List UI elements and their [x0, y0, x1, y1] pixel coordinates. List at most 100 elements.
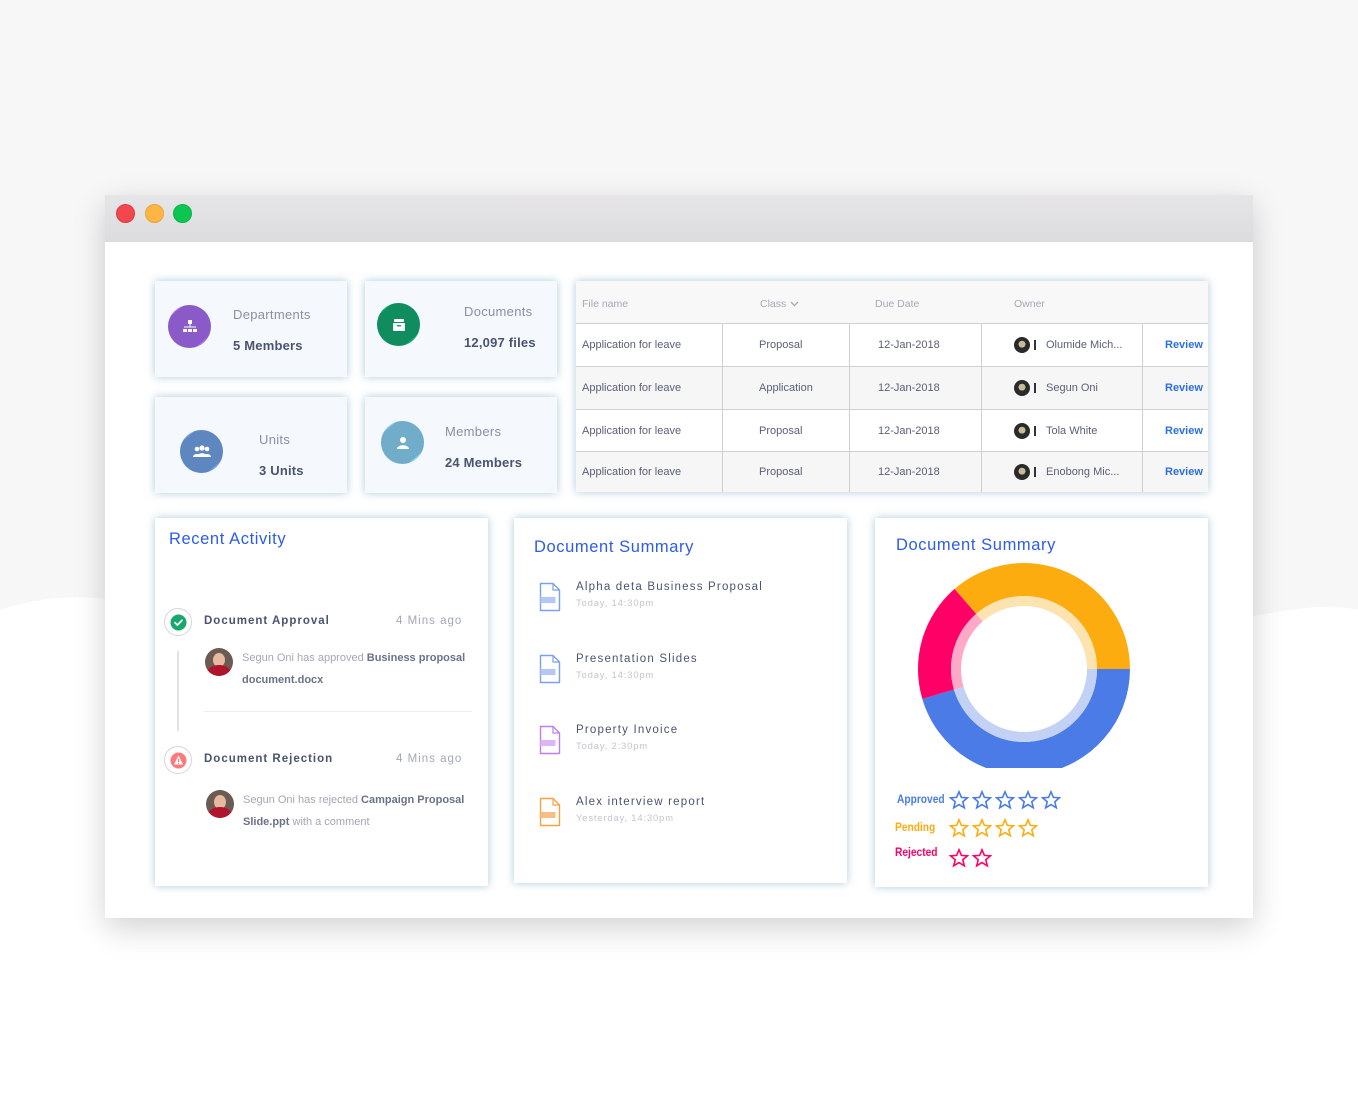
document-file-icon	[539, 582, 561, 612]
document-list-item[interactable]: Presentation Slides Today, 14:30pm	[514, 652, 847, 692]
review-link[interactable]: Review	[1165, 382, 1203, 394]
owner-name: Tola White	[1046, 424, 1098, 437]
table-row[interactable]: Application for leave Proposal 12-Jan-2018…	[576, 323, 1208, 366]
legend-label-rejected: Rejected	[895, 845, 938, 859]
document-file-icon	[539, 797, 561, 827]
cell-due: 12-Jan-2018	[849, 367, 981, 409]
owner-name: Enobong Mic...	[1046, 466, 1120, 478]
cell-owner: Enobong Mic...	[981, 452, 1142, 492]
avatar-decoration	[1034, 383, 1036, 393]
minimize-window-button[interactable]	[145, 204, 164, 223]
cell-due: 12-Jan-2018	[849, 452, 981, 492]
column-header-class-label: Class	[760, 298, 787, 310]
stat-value: 12,097 files	[464, 335, 536, 350]
legend-label-approved: Approved	[897, 792, 945, 806]
cell-class: Proposal	[722, 324, 849, 366]
table-row[interactable]: Application for leave Proposal 12-Jan-2018…	[576, 409, 1208, 451]
class-text: Proposal	[759, 339, 803, 351]
file-text: Application for leave	[582, 424, 682, 437]
star-icon	[995, 790, 1015, 810]
activity-description: Segun Oni has rejected Campaign Proposal…	[243, 794, 465, 828]
stat-label: Documents	[464, 304, 533, 319]
cell-action: Review	[1142, 324, 1208, 366]
cell-class: Application	[722, 367, 849, 409]
due-text: 12-Jan-2018	[878, 339, 940, 351]
file-text: Application for leave	[582, 466, 682, 478]
owner-name: Segun Oni	[1046, 382, 1098, 394]
archive-box-icon	[377, 303, 420, 346]
class-text: Application	[759, 382, 813, 394]
cell-file: Application for leave	[576, 367, 722, 409]
table-header: File name Class Due Date Owner	[576, 281, 1208, 323]
recent-activity-title: Recent Activity	[169, 530, 287, 548]
user-avatar	[205, 648, 233, 676]
check-circle-icon	[164, 608, 192, 636]
document-time: Today, 14:30pm	[576, 670, 655, 681]
star-icon	[949, 818, 969, 838]
user-icon	[381, 421, 424, 464]
maximize-window-button[interactable]	[173, 204, 192, 223]
group-icon	[180, 430, 223, 473]
stat-card-departments[interactable]: Departments 5 Members	[155, 281, 347, 377]
document-time: Today, 14:30pm	[576, 598, 655, 609]
column-header-class[interactable]: Class	[760, 298, 799, 310]
stat-card-documents[interactable]: Documents 12,097 files	[365, 281, 557, 377]
document-name: Alex interview report	[576, 796, 706, 808]
document-file-icon	[539, 725, 561, 755]
file-text: Application for leave	[582, 382, 682, 394]
timeline-line	[177, 651, 179, 731]
warning-icon	[164, 746, 192, 774]
star-icon	[972, 790, 992, 810]
stat-card-units[interactable]: Units 3 Units	[155, 397, 347, 493]
stat-card-members[interactable]: Members 24 Members	[365, 397, 557, 493]
cell-owner: Tola White	[981, 410, 1142, 451]
column-header-due-date[interactable]: Due Date	[875, 298, 919, 310]
avatar-decoration	[1034, 467, 1036, 477]
review-link[interactable]: Review	[1165, 466, 1203, 478]
star-icon	[972, 818, 992, 838]
app-window: Departments 5 Members Documents 12,097 f…	[105, 195, 1253, 918]
document-time: Today, 2:30pm	[576, 741, 649, 752]
column-header-file-name[interactable]: File name	[582, 298, 628, 310]
close-window-button[interactable]	[116, 204, 135, 223]
document-list-item[interactable]: Alex interview report Yesterday, 14:30pm	[514, 795, 847, 835]
table-row[interactable]: Application for leave Proposal 12-Jan-2018…	[576, 451, 1208, 492]
cell-due: 12-Jan-2018	[849, 410, 981, 451]
activity-divider	[204, 711, 472, 712]
class-text: Proposal	[759, 466, 803, 478]
document-name: Alpha deta Business Proposal	[576, 581, 764, 593]
org-chart-icon	[168, 305, 211, 348]
due-text: 12-Jan-2018	[878, 466, 940, 478]
star-icon	[1018, 818, 1038, 838]
star-icon	[949, 848, 969, 868]
cell-class: Proposal	[722, 452, 849, 492]
activity-time: 4 Mins ago	[396, 753, 463, 765]
donut-slice-rejected[interactable]	[918, 588, 977, 699]
review-link[interactable]: Review	[1165, 339, 1203, 351]
chevron-down-icon	[790, 301, 799, 307]
cell-file: Application for leave	[576, 324, 722, 366]
document-name: Presentation Slides	[576, 653, 698, 665]
column-header-owner[interactable]: Owner	[1014, 298, 1045, 310]
activity-title: Document Rejection	[204, 753, 334, 765]
donut-chart	[918, 563, 1130, 768]
cell-file: Application for leave	[576, 410, 722, 451]
stat-label: Departments	[233, 307, 311, 322]
activity-title: Document Approval	[204, 615, 330, 627]
document-time: Yesterday, 14:30pm	[576, 813, 674, 824]
cell-due: 12-Jan-2018	[849, 324, 981, 366]
avatar-decoration	[1034, 425, 1036, 436]
owner-name: Olumide Mich...	[1046, 339, 1123, 351]
table-row[interactable]: Application for leave Application 12-Jan-2…	[576, 366, 1208, 409]
cell-owner: Olumide Mich...	[981, 324, 1142, 366]
cell-action: Review	[1142, 410, 1208, 451]
owner-avatar	[1014, 337, 1030, 353]
review-link[interactable]: Review	[1165, 425, 1203, 437]
documents-table: File name Class Due Date Owner Applicati…	[576, 281, 1208, 492]
document-list-item[interactable]: Alpha deta Business Proposal Today, 14:30…	[514, 580, 847, 620]
cell-file: Application for leave	[576, 452, 722, 492]
document-name: Property Invoice	[576, 724, 679, 736]
user-avatar	[206, 790, 234, 818]
class-text: Proposal	[759, 424, 803, 437]
document-list-item[interactable]: Property Invoice Today, 2:30pm	[514, 723, 847, 763]
